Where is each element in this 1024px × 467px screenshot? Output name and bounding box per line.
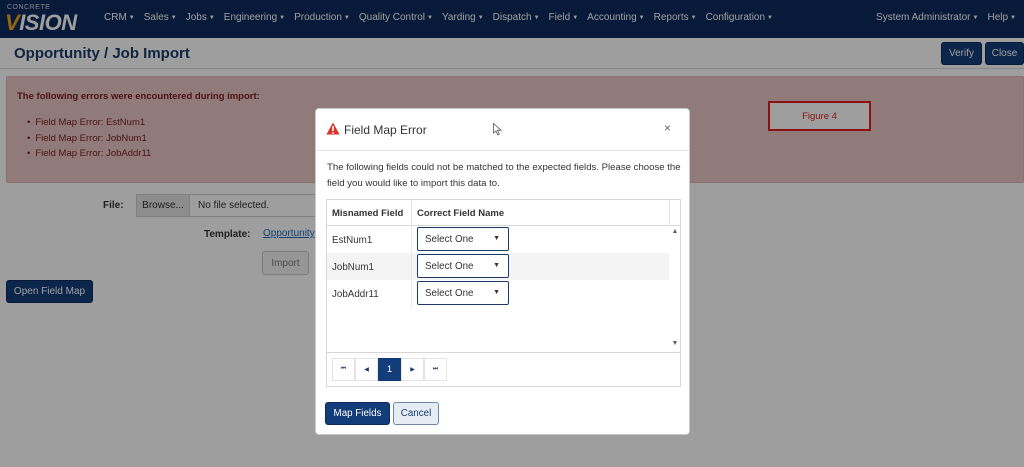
misnamed-field-cell: EstNum1 [332, 235, 373, 246]
table-row: JobNum1 Select One ▼ [327, 253, 669, 280]
dialog-header: Field Map Error × [316, 109, 689, 151]
select-value: Select One [425, 260, 474, 272]
column-divider [411, 200, 412, 226]
table-row: JobAddr11 Select One ▼ [327, 280, 669, 307]
dialog-title: Field Map Error [344, 123, 427, 137]
column-header-misnamed-field[interactable]: Misnamed Field [332, 208, 403, 219]
close-icon[interactable]: × [664, 121, 671, 135]
first-page-button[interactable]: ⏮ [332, 358, 355, 381]
row-divider [411, 226, 412, 253]
last-page-button[interactable]: ⏭ [424, 358, 447, 381]
scroll-down-icon[interactable]: ▼ [669, 340, 681, 347]
column-divider [669, 200, 670, 226]
misnamed-field-cell: JobAddr11 [332, 289, 379, 300]
map-fields-button[interactable]: Map Fields [325, 402, 390, 425]
select-value: Select One [425, 233, 474, 245]
page-number-current[interactable]: 1 [378, 358, 401, 381]
row-divider [411, 280, 412, 307]
warning-triangle-icon [326, 122, 340, 135]
caret-down-icon: ▼ [493, 262, 500, 269]
caret-down-icon: ▼ [493, 235, 500, 242]
field-map-error-dialog: Field Map Error × The following fields c… [315, 108, 690, 435]
scroll-up-icon[interactable]: ▲ [669, 228, 681, 235]
table-row: EstNum1 Select One ▼ [327, 226, 669, 253]
column-header-correct-field-name[interactable]: Correct Field Name [417, 208, 504, 219]
correct-field-select[interactable]: Select One ▼ [417, 254, 509, 278]
grid-header: Misnamed Field Correct Field Name [327, 200, 680, 226]
field-map-grid: Misnamed Field Correct Field Name EstNum… [326, 199, 681, 387]
next-page-button[interactable]: ▶ [401, 358, 424, 381]
grid-pager: ⏮ ◀ 1 ▶ ⏭ [327, 352, 680, 387]
prev-page-button[interactable]: ◀ [355, 358, 378, 381]
select-value: Select One [425, 287, 474, 299]
cancel-button[interactable]: Cancel [393, 402, 439, 425]
caret-down-icon: ▼ [493, 289, 500, 296]
row-divider [411, 253, 412, 280]
grid-scrollbar[interactable]: ▲ ▼ [669, 226, 681, 352]
correct-field-select[interactable]: Select One ▼ [417, 227, 509, 251]
dialog-description: The following fields could not be matche… [327, 162, 681, 189]
mouse-pointer-icon [493, 123, 502, 136]
correct-field-select[interactable]: Select One ▼ [417, 281, 509, 305]
misnamed-field-cell: JobNum1 [332, 262, 374, 273]
